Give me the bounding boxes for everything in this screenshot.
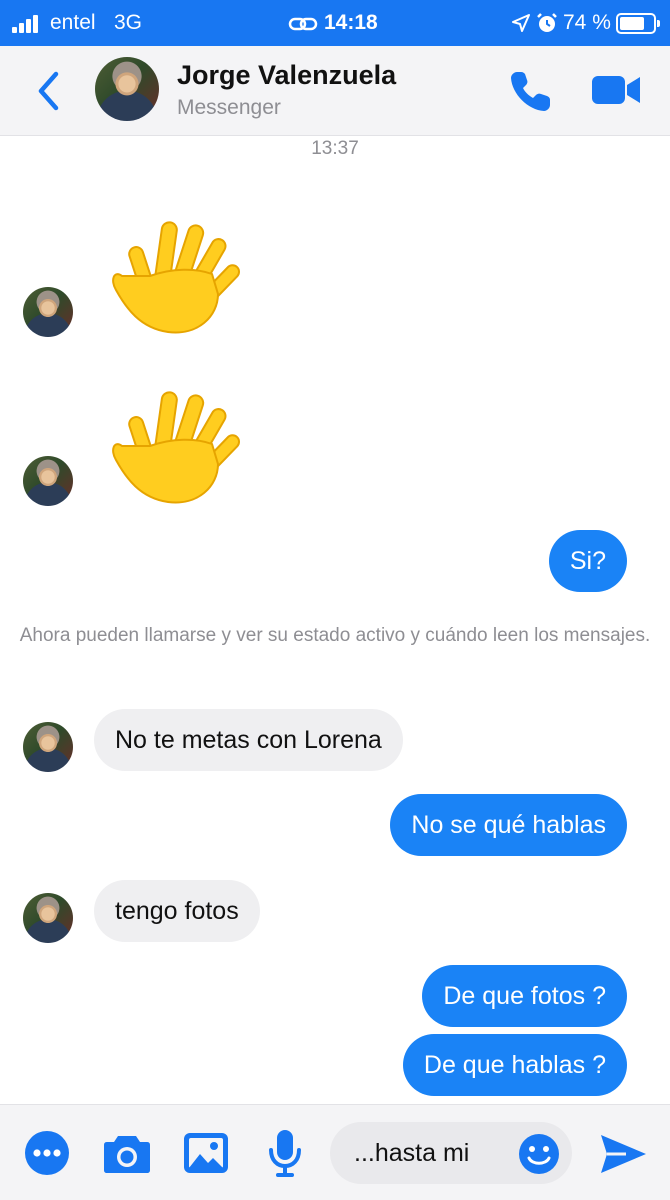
outgoing-message[interactable]: No se qué hablas	[390, 794, 627, 856]
network-type: 3G	[114, 11, 143, 34]
back-button[interactable]	[30, 68, 70, 114]
chat-header: Jorge Valenzuela Messenger	[0, 46, 670, 136]
send-icon[interactable]	[598, 1132, 648, 1176]
waving-hand-emoji[interactable]	[106, 380, 246, 510]
location-arrow-icon	[512, 14, 530, 32]
waving-hand-emoji[interactable]	[106, 210, 246, 340]
contact-avatar[interactable]	[95, 57, 159, 121]
battery-percent: 74 %	[563, 11, 611, 34]
carrier-name: entel	[50, 11, 96, 34]
sender-avatar[interactable]	[23, 456, 73, 506]
incoming-message[interactable]: tengo fotos	[94, 880, 260, 942]
sender-avatar[interactable]	[23, 287, 73, 337]
phone-icon[interactable]	[508, 68, 554, 114]
message-draft[interactable]: ...hasta mi	[354, 1139, 469, 1168]
sender-avatar[interactable]	[23, 722, 73, 772]
message-input[interactable]: ...hasta mi	[330, 1122, 572, 1184]
link-icon	[288, 17, 318, 31]
system-notice: Ahora pueden llamarse y ver su estado ac…	[19, 625, 651, 646]
sender-avatar[interactable]	[23, 893, 73, 943]
video-camera-icon[interactable]	[590, 70, 642, 110]
contact-subtitle: Messenger	[177, 96, 281, 119]
alarm-icon	[537, 13, 557, 32]
camera-icon[interactable]	[103, 1132, 151, 1174]
outgoing-message[interactable]: De que hablas ?	[402, 1034, 627, 1096]
message-composer: ...hasta mi	[0, 1104, 670, 1200]
outgoing-message[interactable]: De que fotos ?	[422, 965, 627, 1027]
emoji-icon[interactable]	[518, 1133, 560, 1175]
more-icon[interactable]	[24, 1130, 70, 1176]
contact-name[interactable]: Jorge Valenzuela	[177, 60, 396, 91]
gallery-icon[interactable]	[183, 1132, 229, 1174]
incoming-message[interactable]: No te metas con Lorena	[94, 709, 403, 771]
outgoing-message[interactable]: Si?	[548, 530, 627, 592]
battery-icon	[616, 13, 660, 34]
microphone-icon[interactable]	[267, 1128, 303, 1178]
status-bar: entel 3G 14:18 74 %	[0, 0, 670, 46]
conversation-timestamp: 13:37	[311, 138, 359, 159]
status-time: 14:18	[324, 11, 378, 34]
signal-icon	[12, 15, 46, 33]
